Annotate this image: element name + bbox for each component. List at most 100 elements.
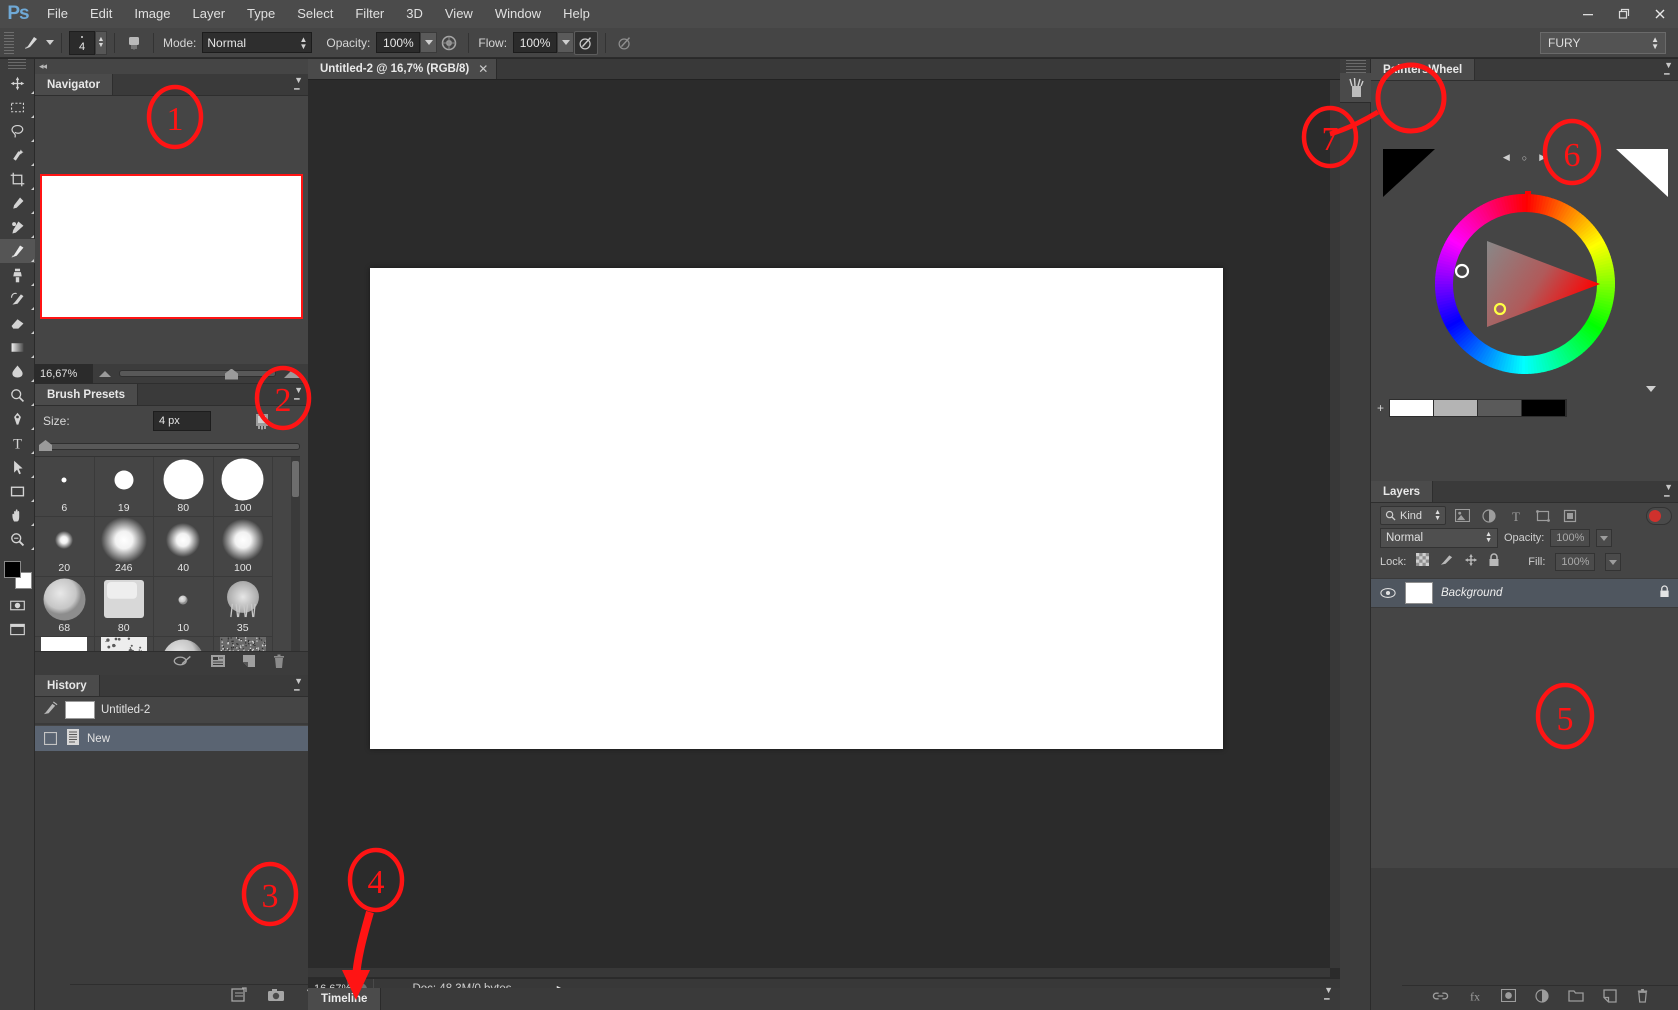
layer-fill-field[interactable]: 100% (1555, 553, 1595, 571)
flow-dropdown-button[interactable] (557, 32, 574, 53)
menu-file[interactable]: File (36, 0, 79, 28)
new-snapshot-icon[interactable] (267, 988, 285, 1007)
lock-all-icon[interactable] (1488, 553, 1500, 572)
layer-visibility-eye-icon[interactable] (1379, 587, 1397, 599)
menu-3d[interactable]: 3D (395, 0, 434, 28)
brush-preset-cell[interactable]: 20 (35, 517, 95, 577)
delete-brush-preset-icon[interactable] (272, 654, 286, 674)
layer-blend-mode-select[interactable]: Normal ▲ ▼ (1380, 528, 1498, 548)
opacity-field[interactable]: 100% (376, 32, 420, 53)
menu-view[interactable]: View (434, 0, 484, 28)
brush-preset-cell[interactable]: 80 (154, 457, 214, 517)
expand-swatches-caret-icon[interactable] (1646, 386, 1656, 392)
brush-size-field[interactable]: 4 (69, 31, 95, 55)
layers-panel-menu-icon[interactable]: ▼ ━ (1664, 483, 1673, 501)
tool-pen[interactable] (0, 407, 35, 431)
swatch-strip[interactable] (1389, 399, 1567, 417)
tab-timeline[interactable]: Timeline (308, 988, 381, 1010)
tool-eraser[interactable] (0, 311, 35, 335)
lock-position-icon[interactable] (1464, 553, 1478, 572)
canvas-horizontal-scrollbar[interactable] (308, 968, 1330, 977)
brush-preset-cell[interactable]: 35 (214, 577, 274, 637)
tool-rectangular-marquee[interactable] (0, 95, 35, 119)
brush-preset-cell[interactable] (214, 637, 274, 651)
brush-preset-cell[interactable] (154, 637, 214, 651)
blend-mode-select[interactable]: Normal ▲ ▼ (202, 32, 312, 53)
zoom-in-icon[interactable] (284, 369, 302, 378)
tool-path-selection[interactable] (0, 455, 35, 479)
adjustment-layers-filter-icon[interactable] (1478, 506, 1500, 525)
layer-opacity-dropdown-icon[interactable] (1596, 529, 1612, 547)
tool-brush[interactable] (0, 239, 35, 263)
brush-preset-cell[interactable]: 40 (154, 517, 214, 577)
tab-brush-presets[interactable]: Brush Presets (35, 384, 138, 405)
tablet-pressure-opacity-button[interactable] (613, 31, 637, 55)
brush-size-input[interactable]: 4 px (153, 411, 211, 431)
tool-rectangle[interactable] (0, 479, 35, 503)
layer-row-background[interactable]: Background (1371, 578, 1678, 608)
color-swatch[interactable] (1522, 400, 1566, 416)
menu-image[interactable]: Image (123, 0, 181, 28)
painters-wheel-vertical-tab[interactable] (1340, 73, 1371, 103)
menu-select[interactable]: Select (286, 0, 344, 28)
scrollbar-thumb[interactable] (292, 461, 299, 497)
panel-strip-grip[interactable] (1340, 59, 1370, 73)
shade-dark-corner[interactable] (1383, 149, 1435, 197)
pixel-layers-filter-icon[interactable] (1451, 506, 1473, 525)
layer-style-icon[interactable]: fx (1468, 989, 1482, 1008)
brush-preset-cell[interactable]: 68 (35, 577, 95, 637)
history-brush-source-icon[interactable] (42, 701, 59, 719)
document-canvas[interactable] (370, 268, 1223, 749)
brush-presets-scrollbar[interactable] (291, 457, 300, 651)
flip-brush-icon[interactable] (251, 410, 273, 432)
toggle-brush-preview-icon[interactable] (172, 654, 194, 673)
history-state-row[interactable]: New (35, 726, 308, 751)
layer-filter-kind-select[interactable]: Kind ▲ ▼ (1380, 506, 1446, 525)
opacity-pressure-icon[interactable] (437, 31, 461, 55)
new-brush-preset-icon[interactable] (242, 654, 256, 673)
color-swatch[interactable] (1390, 400, 1434, 416)
tablet-pressure-size-icon[interactable] (122, 31, 146, 55)
brush-presets-grid[interactable]: 6 19 80 100 20 246 40 100 68 80 10 35 (35, 456, 300, 651)
history-brush-target-checkbox[interactable] (42, 732, 59, 745)
delete-layer-icon[interactable] (1636, 988, 1649, 1008)
lock-transparent-pixels-icon[interactable] (1416, 553, 1429, 571)
brush-size-slider-knob[interactable] (39, 440, 52, 451)
opacity-dropdown-button[interactable] (420, 32, 437, 53)
tool-quick-selection[interactable] (0, 143, 35, 167)
menu-type[interactable]: Type (236, 0, 286, 28)
timeline-panel-menu-icon[interactable]: ▼ ━ (1324, 986, 1333, 1004)
minimize-button[interactable] (1570, 0, 1606, 28)
tool-zoom[interactable] (0, 527, 35, 551)
tools-panel-grip[interactable] (0, 59, 34, 71)
zoom-slider-track[interactable] (119, 370, 276, 377)
workspace-switcher[interactable]: FURY ▲ ▼ (1540, 32, 1666, 54)
new-layer-icon[interactable] (1603, 989, 1617, 1008)
menu-edit[interactable]: Edit (79, 0, 123, 28)
collapse-dock-button[interactable]: ◂◂ (35, 59, 308, 74)
tool-lasso[interactable] (0, 119, 35, 143)
tool-spot-healing-brush[interactable] (0, 215, 35, 239)
menu-layer[interactable]: Layer (182, 0, 237, 28)
brush-size-slider-track[interactable] (43, 443, 300, 450)
lock-image-pixels-icon[interactable] (1439, 553, 1454, 572)
tool-gradient[interactable] (0, 335, 35, 359)
tool-clone-stamp[interactable] (0, 263, 35, 287)
zoom-out-icon[interactable] (99, 371, 111, 377)
brush-preset-cell[interactable] (95, 637, 155, 651)
layer-opacity-field[interactable]: 100% (1550, 529, 1590, 547)
layers-list[interactable]: Background (1371, 574, 1678, 868)
navigator-panel-menu-icon[interactable]: ▼ ━ (294, 76, 303, 94)
color-swatch[interactable] (1434, 400, 1478, 416)
brush-presets-panel-menu-icon[interactable]: ▼ ━ (294, 386, 303, 404)
tool-crop[interactable] (0, 167, 35, 191)
brush-preset-picker-caret-icon[interactable] (46, 40, 54, 45)
color-swatch[interactable] (1478, 400, 1522, 416)
flow-field[interactable]: 100% (513, 32, 557, 53)
adjustment-layer-icon[interactable] (1535, 989, 1549, 1008)
reset-circle-icon[interactable]: ○ (1522, 153, 1527, 163)
quick-mask-toggle[interactable] (0, 593, 35, 617)
restore-button[interactable] (1606, 0, 1642, 28)
layer-fill-dropdown-icon[interactable] (1605, 553, 1621, 571)
tab-layers[interactable]: Layers (1371, 481, 1433, 502)
